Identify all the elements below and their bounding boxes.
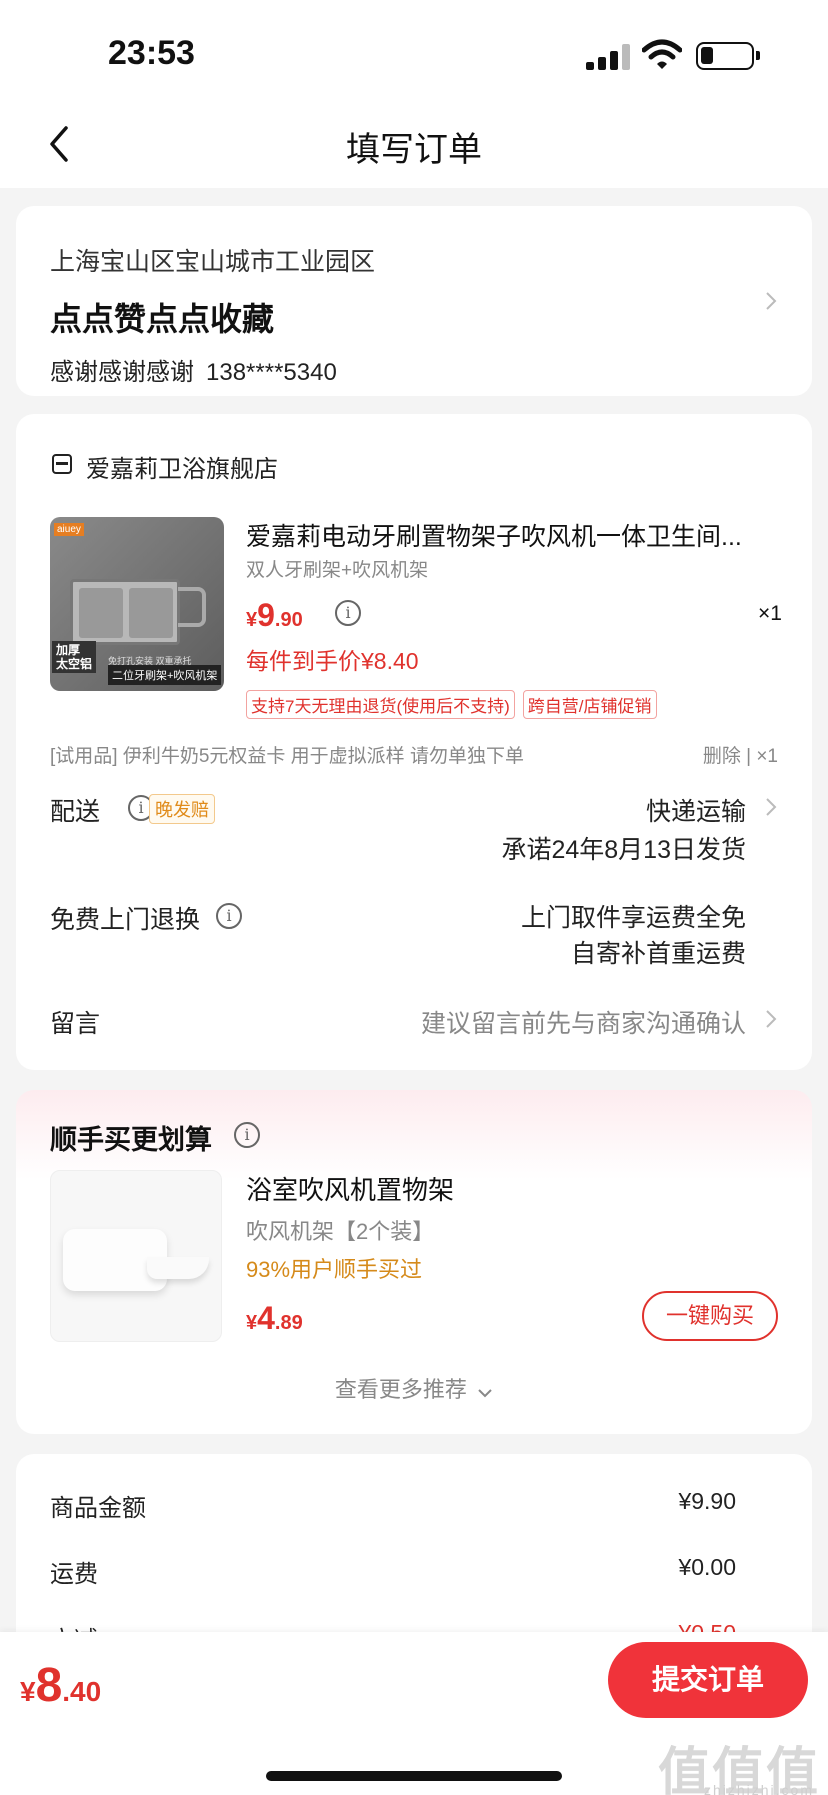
recommendation-name[interactable]: 浴室吹风机置物架 [246,1170,454,1207]
product-image[interactable]: aiuey 免打孔安装 双重承托 加厚 太空铝 二位牙刷架+吹风机架 [50,517,224,691]
return-info-icon[interactable]: i [216,903,242,929]
address-contact: 感谢感谢感谢 138****5340 [50,352,337,387]
home-indicator[interactable] [266,1771,562,1781]
final-price: 每件到手价¥8.40 [246,648,419,674]
battery-icon [696,42,760,70]
more-recommendations-link[interactable]: 查看更多推荐 [16,1372,812,1404]
address-region: 上海宝山区宝山城市工业园区 [50,248,376,276]
page-title: 填写订单 [346,131,482,169]
summary-value-goods: ¥9.90 [678,1488,736,1514]
price-info-icon[interactable]: i [335,600,361,626]
checkout-bar: ¥8.40 提交订单 值值值 zhizhizhi.com [0,1632,828,1795]
contact-name: 感谢感谢感谢 [50,359,194,386]
recommendation-spec: 吹风机架【2个装】 [246,1219,435,1244]
status-bar: 23:53 [0,0,828,100]
product-spec: 双人牙刷架+吹风机架 [246,560,429,581]
wifi-icon [641,38,683,72]
summary-label-shipping: 运费 [50,1561,98,1588]
nav-bar: 填写订单 [0,100,828,188]
total-price: ¥8.40 [20,1659,102,1712]
shop-icon [52,454,72,474]
recommendation-buyers: 93%用户顺手买过 [246,1257,423,1282]
message-label: 留言 [50,1010,101,1038]
status-time: 23:53 [108,34,195,72]
shop-name[interactable]: 爱嘉莉卫浴旗舰店 [86,449,278,484]
recommendation-title: 顺手买更划算 [50,1125,212,1155]
summary-value-shipping: ¥0.00 [678,1554,736,1580]
contact-phone: 138****5340 [206,359,337,386]
address-card[interactable]: 上海宝山区宝山城市工业园区 点点赞点点收藏 感谢感谢感谢 138****5340 [16,206,812,396]
chevron-right-icon [764,290,778,312]
return-service-line2: 自寄补首重运费 [570,940,746,968]
product-title[interactable]: 爱嘉莉电动牙刷置物架子吹风机一体卫生间... [246,517,776,553]
chevron-down-icon [477,1378,493,1404]
return-service-line1: 上门取件享运费全免 [520,904,746,932]
one-click-buy-button[interactable]: 一键购买 [642,1291,778,1341]
delivery-promise: 承诺24年8月13日发货 [501,836,746,864]
trial-item: [试用品] 伊利牛奶5元权益卡 用于虚拟派样 请勿单独下单 [50,746,524,767]
chevron-right-icon [764,796,778,818]
product-badges: 支持7天无理由退货(使用后不支持) 跨自营/店铺促销 [246,690,657,719]
recommendation-card: 顺手买更划算 i 浴室吹风机置物架 吹风机架【2个装】 93%用户顺手买过 ¥4… [16,1090,812,1434]
message-input[interactable]: 建议留言前先与商家沟通确认 [421,1004,746,1040]
recommendation-info-icon[interactable]: i [234,1122,260,1148]
summary-label-goods: 商品金额 [50,1495,146,1522]
order-item-card: 爱嘉莉卫浴旗舰店 aiuey 免打孔安装 双重承托 加厚 太空铝 二位牙刷架+吹… [16,414,812,1070]
product-price: ¥9.90 [246,597,303,633]
chevron-right-icon [764,1008,778,1030]
late-compensation-badge: 晚发赔 [149,794,215,824]
address-detail: 点点赞点点收藏 [50,301,275,337]
delivery-method[interactable]: 快递运输 [646,792,746,828]
trial-delete-button[interactable]: 删除 | ×1 [703,741,778,768]
promotion-badge: 跨自营/店铺促销 [522,690,657,719]
submit-order-button[interactable]: 提交订单 [608,1642,808,1718]
product-quantity: ×1 [758,602,782,625]
return-policy-badge: 支持7天无理由退货(使用后不支持) [246,690,515,719]
return-service-label: 免费上门退换 [50,906,201,934]
delivery-label: 配送 [50,798,101,826]
signal-icon [586,44,634,70]
watermark-url: zhizhizhi.com [703,1782,814,1795]
recommendation-image[interactable] [50,1170,222,1342]
recommendation-price: ¥4.89 [246,1300,303,1336]
